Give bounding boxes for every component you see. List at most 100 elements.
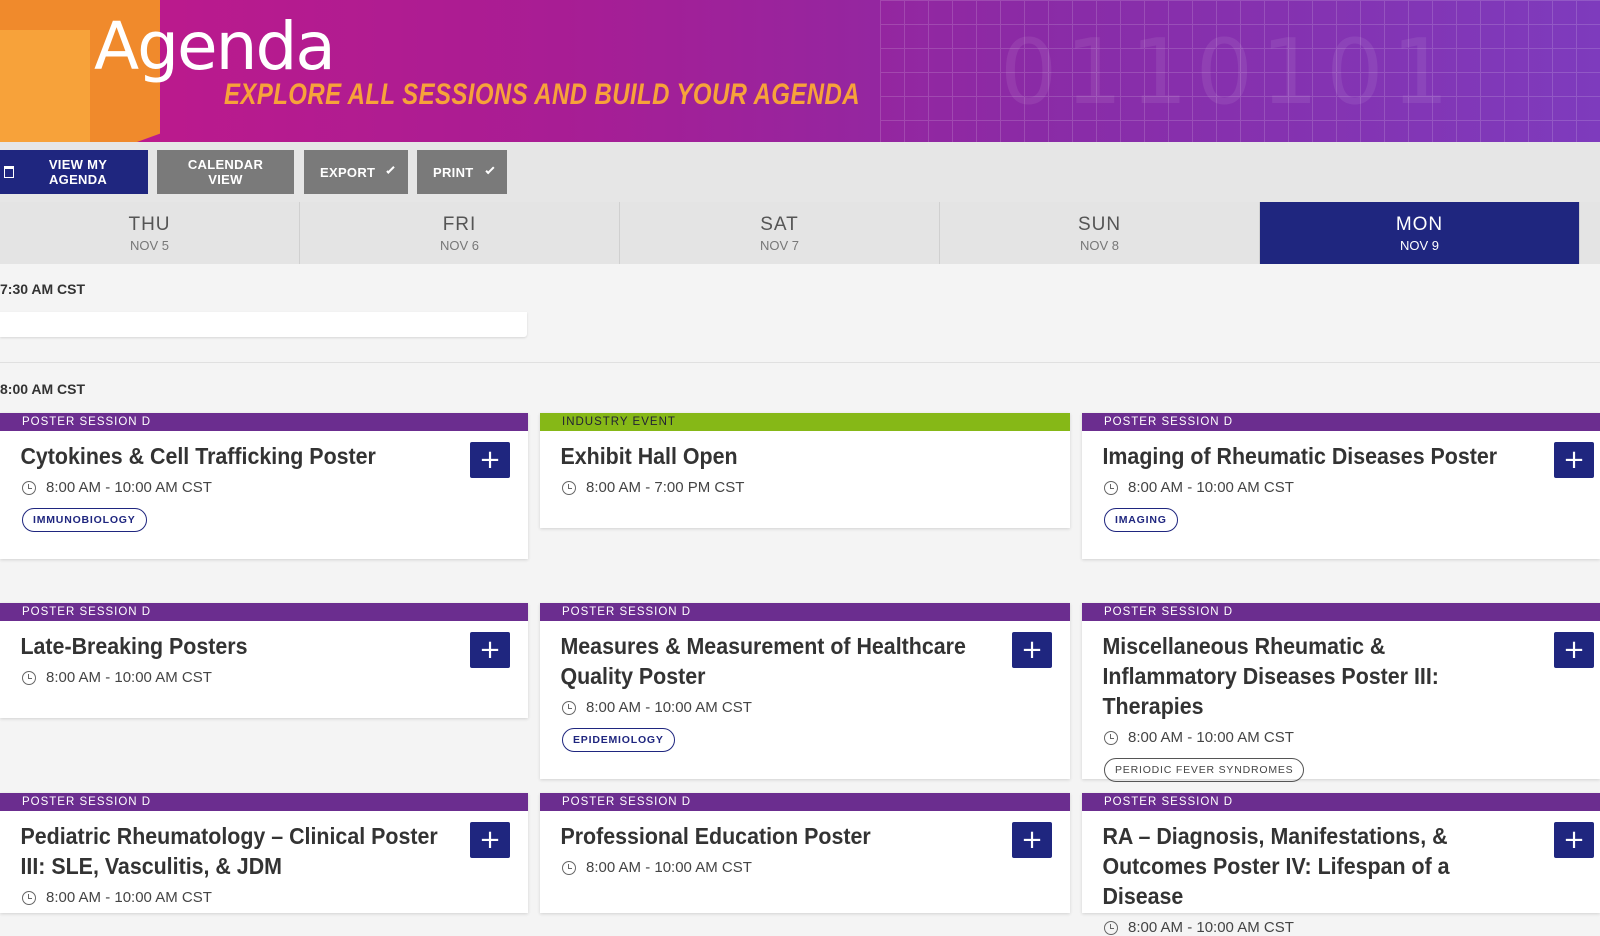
- session-time-row: 8:00 AM - 10:00 AM CST: [0, 471, 528, 496]
- session-card[interactable]: POSTER SESSION D Measures & Measurement …: [540, 603, 1070, 779]
- session-category: POSTER SESSION D: [0, 413, 528, 431]
- day-name: SAT: [760, 213, 799, 235]
- session-time-row: 8:00 AM - 10:00 AM CST: [0, 661, 528, 686]
- session-category: POSTER SESSION D: [1082, 603, 1600, 621]
- page-title: Agenda: [94, 8, 336, 85]
- topic-tag[interactable]: IMMUNOBIOLOGY: [22, 508, 147, 532]
- page-subtitle: EXPLORE ALL SESSIONS AND BUILD YOUR AGEN…: [224, 78, 860, 111]
- clock-icon: [22, 670, 36, 685]
- add-to-agenda-button[interactable]: +: [470, 822, 510, 858]
- topic-tag[interactable]: EPIDEMIOLOGY: [562, 728, 675, 752]
- session-card[interactable]: POSTER SESSION D Pediatric Rheumatology …: [0, 793, 528, 913]
- clock-icon: [1104, 730, 1118, 745]
- session-time-row: 8:00 AM - 10:00 AM CST: [1082, 471, 1600, 496]
- tab-mon[interactable]: MON NOV 9: [1260, 202, 1580, 264]
- session-time: 8:00 AM - 7:00 PM CST: [586, 479, 745, 496]
- session-time: 8:00 AM - 10:00 AM CST: [1128, 479, 1294, 496]
- session-time: 8:00 AM - 10:00 AM CST: [586, 699, 752, 716]
- print-label: PRINT: [433, 164, 474, 180]
- add-to-agenda-button[interactable]: +: [1554, 632, 1594, 668]
- clock-icon: [562, 700, 576, 715]
- day-name: SUN: [1077, 213, 1122, 235]
- clock-icon: [562, 480, 576, 495]
- session-time-row: 8:00 AM - 10:00 AM CST: [540, 691, 1070, 716]
- time-slot-divider: [0, 362, 1600, 363]
- tab-thu[interactable]: THU NOV 5: [0, 202, 300, 264]
- session-category: POSTER SESSION D: [1082, 793, 1600, 811]
- session-title[interactable]: Cytokines & Cell Trafficking Poster: [0, 431, 525, 471]
- session-category: POSTER SESSION D: [0, 793, 528, 811]
- session-time: 8:00 AM - 10:00 AM CST: [46, 479, 212, 496]
- day-name: THU: [128, 213, 171, 235]
- add-to-agenda-button[interactable]: +: [1554, 442, 1594, 478]
- clock-icon: [562, 860, 576, 875]
- day-name: MON: [1395, 213, 1444, 235]
- session-title[interactable]: Pediatric Rheumatology – Clinical Poster…: [0, 811, 525, 881]
- session-time: 8:00 AM - 10:00 AM CST: [46, 669, 212, 686]
- session-title[interactable]: Measures & Measurement of Healthcare Qua…: [540, 621, 1067, 691]
- day-name: FRI: [442, 213, 477, 235]
- session-title[interactable]: Exhibit Hall Open: [540, 431, 1067, 471]
- chevron-down-icon: [386, 165, 395, 174]
- clock-icon: [22, 890, 36, 905]
- session-category: INDUSTRY EVENT: [540, 413, 1070, 431]
- day-date: NOV 5: [129, 237, 169, 253]
- banner-background-digits: 0110101: [1000, 20, 1457, 125]
- calendar-view-label: CALENDAR VIEW: [187, 157, 264, 187]
- calendar-check-icon: [4, 166, 15, 178]
- tab-sun[interactable]: SUN NOV 8: [940, 202, 1260, 264]
- time-slot-label: 7:30 AM CST: [0, 281, 86, 297]
- clock-icon: [1104, 480, 1118, 495]
- session-card[interactable]: POSTER SESSION D Late-Breaking Posters 8…: [0, 603, 528, 718]
- tab-fri[interactable]: FRI NOV 6: [300, 202, 620, 264]
- time-slot-label: 8:00 AM CST: [0, 381, 86, 397]
- topic-tag[interactable]: IMAGING: [1104, 508, 1178, 532]
- view-my-agenda-button[interactable]: VIEW MY AGENDA: [0, 150, 148, 194]
- day-date: NOV 6: [439, 237, 479, 253]
- add-to-agenda-button[interactable]: +: [1012, 822, 1052, 858]
- session-card[interactable]: POSTER SESSION D Imaging of Rheumatic Di…: [1082, 413, 1600, 559]
- session-category: POSTER SESSION D: [540, 793, 1070, 811]
- day-date: NOV 8: [1079, 237, 1119, 253]
- add-to-agenda-button[interactable]: +: [470, 442, 510, 478]
- day-date: NOV 9: [1399, 237, 1439, 253]
- session-card[interactable]: POSTER SESSION D Miscellaneous Rheumatic…: [1082, 603, 1600, 782]
- session-card[interactable]: INDUSTRY EVENT Exhibit Hall Open 8:00 AM…: [540, 413, 1070, 528]
- export-dropdown-button[interactable]: EXPORT: [304, 150, 408, 194]
- tab-sat[interactable]: SAT NOV 7: [620, 202, 940, 264]
- session-card-collapsed[interactable]: [0, 312, 527, 337]
- session-time: 8:00 AM - 10:00 AM CST: [46, 889, 212, 906]
- session-time-row: 8:00 AM - 10:00 AM CST: [1082, 721, 1600, 746]
- session-title[interactable]: Late-Breaking Posters: [0, 621, 525, 661]
- clock-icon: [22, 480, 36, 495]
- view-my-agenda-label: VIEW MY AGENDA: [48, 157, 108, 187]
- session-category: POSTER SESSION D: [540, 603, 1070, 621]
- session-title[interactable]: RA – Diagnosis, Manifestations, & Outcom…: [1082, 811, 1597, 911]
- session-time-row: 8:00 AM - 7:00 PM CST: [540, 471, 1070, 496]
- session-title[interactable]: Miscellaneous Rheumatic & Inflammatory D…: [1082, 621, 1597, 721]
- topic-tag[interactable]: PERIODIC FEVER SYNDROMES: [1104, 758, 1305, 782]
- session-time-row: 8:00 AM - 10:00 AM CST: [1082, 911, 1600, 936]
- day-date: NOV 7: [759, 237, 799, 253]
- agenda-toolbar: VIEW MY AGENDA CALENDAR VIEW EXPORT PRIN…: [0, 142, 1600, 202]
- session-category: POSTER SESSION D: [1082, 413, 1600, 431]
- session-time-row: 8:00 AM - 10:00 AM CST: [0, 881, 528, 906]
- add-to-agenda-button[interactable]: +: [1554, 822, 1594, 858]
- session-time: 8:00 AM - 10:00 AM CST: [586, 859, 752, 876]
- page-banner: 0110101 Agenda EXPLORE ALL SESSIONS AND …: [0, 0, 1600, 142]
- session-time-row: 8:00 AM - 10:00 AM CST: [540, 851, 1070, 876]
- banner-orange-block: [0, 30, 90, 142]
- calendar-view-button[interactable]: CALENDAR VIEW: [157, 150, 294, 194]
- session-time: 8:00 AM - 10:00 AM CST: [1128, 919, 1294, 936]
- session-card[interactable]: POSTER SESSION D Cytokines & Cell Traffi…: [0, 413, 528, 559]
- session-category: POSTER SESSION D: [0, 603, 528, 621]
- export-label: EXPORT: [320, 164, 376, 180]
- session-title[interactable]: Professional Education Poster: [540, 811, 1067, 851]
- add-to-agenda-button[interactable]: +: [1012, 632, 1052, 668]
- session-card[interactable]: POSTER SESSION D Professional Education …: [540, 793, 1070, 913]
- add-to-agenda-button[interactable]: +: [470, 632, 510, 668]
- print-dropdown-button[interactable]: PRINT: [417, 150, 507, 194]
- session-card[interactable]: POSTER SESSION D RA – Diagnosis, Manifes…: [1082, 793, 1600, 936]
- session-title[interactable]: Imaging of Rheumatic Diseases Poster: [1082, 431, 1597, 471]
- chevron-down-icon: [484, 165, 494, 174]
